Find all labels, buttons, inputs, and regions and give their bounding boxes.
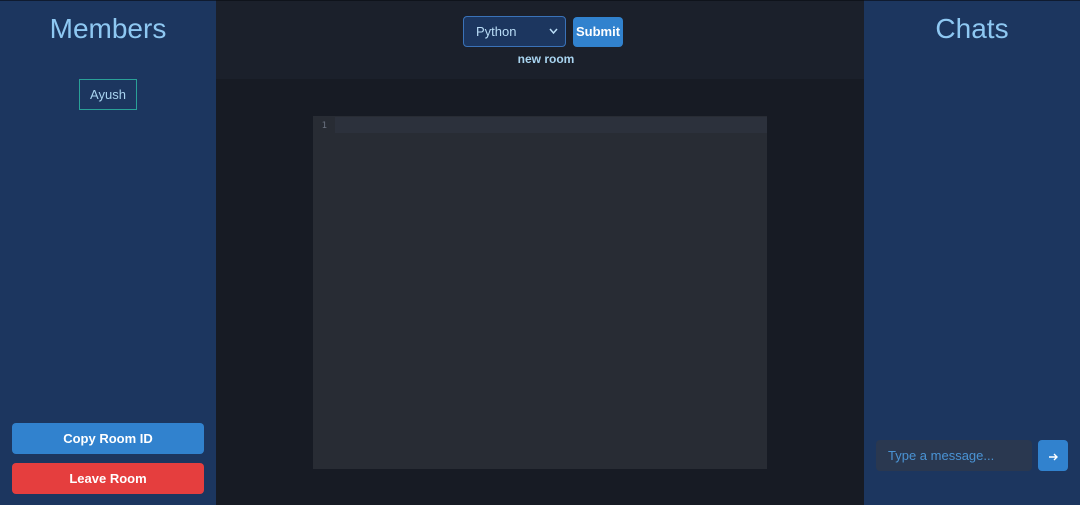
app-root: Members Ayush Copy Room ID Leave Room Py… [0,0,1080,505]
editor-area: Python Submit new room 1 [216,0,864,505]
language-select[interactable]: Python [463,16,566,47]
arrow-right-icon [1047,448,1059,463]
code-editor[interactable]: 1 [313,116,767,469]
member-item-ayush: Ayush [79,79,137,110]
send-message-button[interactable] [1038,440,1068,471]
chats-title: Chats [935,13,1009,44]
copy-room-id-button[interactable]: Copy Room ID [12,423,204,454]
members-sidebar: Members Ayush Copy Room ID Leave Room [0,0,216,505]
chat-sidebar: Chats [864,0,1080,505]
leave-room-button[interactable]: Leave Room [12,463,204,494]
line-number: 1 [321,121,327,131]
editor-toolbar: Python Submit new room [216,0,864,79]
language-select-value: Python [476,24,517,39]
members-title: Members [49,13,167,44]
line-number-gutter: 1 [313,116,335,469]
message-input[interactable] [876,440,1032,471]
room-name: new room [517,52,575,66]
active-line-highlight [335,117,767,133]
submit-button[interactable]: Submit [573,17,623,47]
